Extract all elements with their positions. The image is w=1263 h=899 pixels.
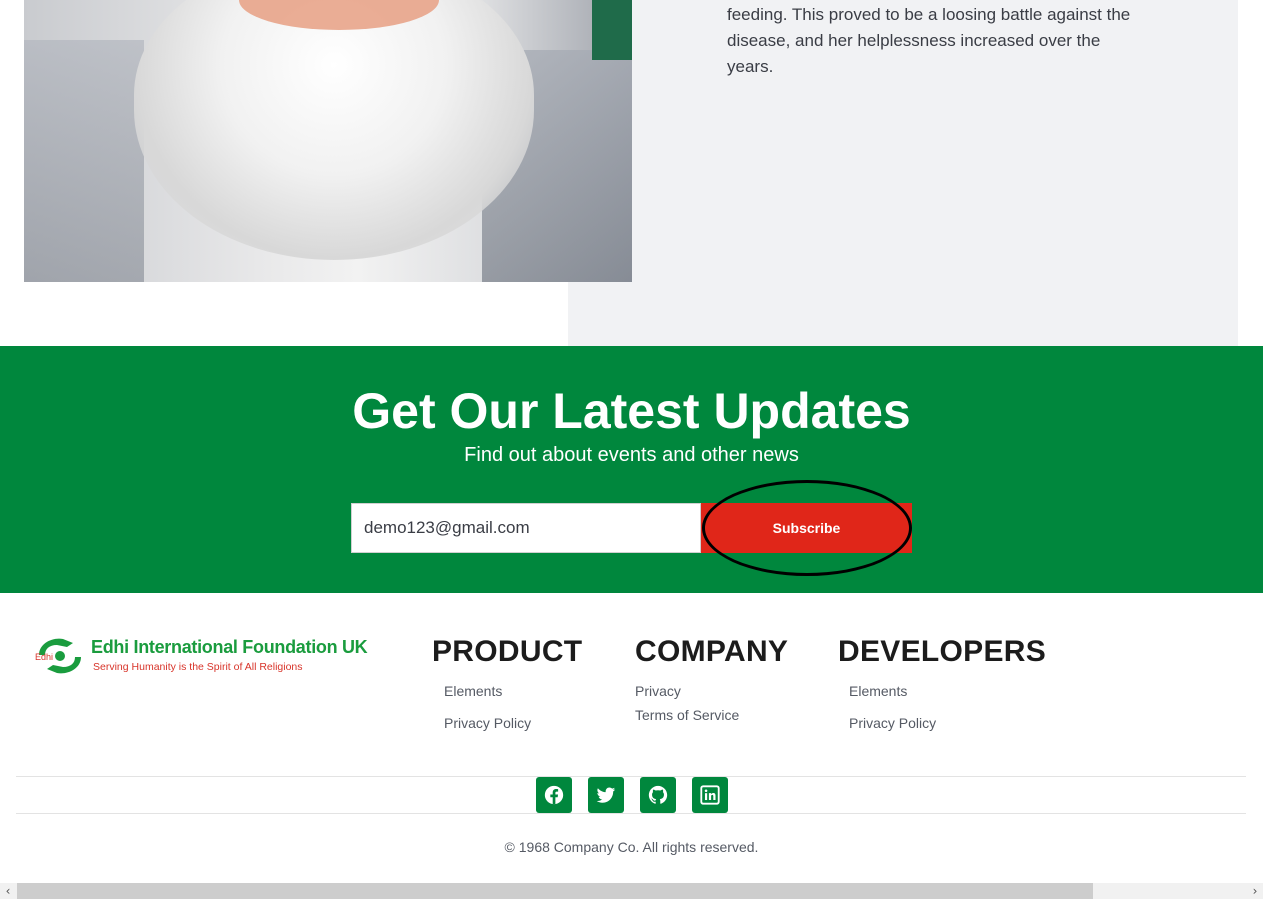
logo-tagline: Serving Humanity is the Spirit of All Re…	[93, 661, 303, 673]
twitter-link[interactable]	[588, 777, 624, 813]
divider	[16, 813, 1246, 814]
column-heading: PRODUCT	[432, 635, 583, 668]
scrollbar-thumb[interactable]	[17, 883, 1093, 899]
footer-column-product: PRODUCT Elements Privacy Policy	[432, 635, 582, 731]
footer-link-privacy[interactable]: Privacy	[635, 683, 788, 699]
newsletter-form: Subscribe	[351, 503, 912, 553]
social-links	[536, 777, 728, 813]
footer-column-company: COMPANY Privacy Terms of Service	[635, 635, 788, 723]
edhi-logo[interactable]: Edhi Edhi International Foundation UK Se…	[33, 635, 368, 679]
linkedin-icon	[700, 785, 720, 805]
linkedin-link[interactable]	[692, 777, 728, 813]
footer: Edhi Edhi International Foundation UK Se…	[0, 593, 1263, 883]
footer-column-developers: DEVELOPERS Elements Privacy Policy	[838, 635, 1046, 731]
footer-link-privacy-policy[interactable]: Privacy Policy	[444, 715, 582, 731]
twitter-icon	[596, 787, 616, 803]
footer-link-terms[interactable]: Terms of Service	[635, 707, 788, 723]
footer-link-elements[interactable]: Elements	[849, 683, 1046, 699]
facebook-icon	[544, 785, 564, 805]
logo-name: Edhi International Foundation UK	[91, 637, 368, 657]
newsletter-subtitle: Find out about events and other news	[464, 444, 799, 466]
scroll-left-arrow-icon[interactable]: ‹	[0, 883, 16, 899]
github-icon	[648, 785, 668, 804]
footer-link-elements[interactable]: Elements	[444, 683, 582, 699]
newsletter-section: Get Our Latest Updates Find out about ev…	[0, 346, 1263, 593]
logo-hands-icon: Edhi	[35, 638, 81, 674]
svg-text:Edhi: Edhi	[35, 652, 53, 662]
github-link[interactable]	[640, 777, 676, 813]
newsletter-title: Get Our Latest Updates	[352, 383, 911, 439]
email-input[interactable]	[351, 503, 701, 553]
founder-photo	[24, 0, 632, 282]
column-heading: DEVELOPERS	[838, 635, 1047, 668]
copyright-text: © 1968 Company Co. All rights reserved.	[504, 839, 759, 855]
scroll-right-arrow-icon[interactable]: ›	[1247, 883, 1263, 899]
horizontal-scrollbar[interactable]: ‹ ›	[0, 883, 1263, 899]
facebook-link[interactable]	[536, 777, 572, 813]
bio-text: feeding. This proved to be a loosing bat…	[727, 5, 1131, 76]
footer-link-privacy-policy[interactable]: Privacy Policy	[849, 715, 1046, 731]
about-section: feeding. This proved to be a loosing bat…	[0, 0, 1263, 346]
subscribe-button[interactable]: Subscribe	[701, 503, 912, 553]
column-heading: COMPANY	[635, 635, 789, 668]
